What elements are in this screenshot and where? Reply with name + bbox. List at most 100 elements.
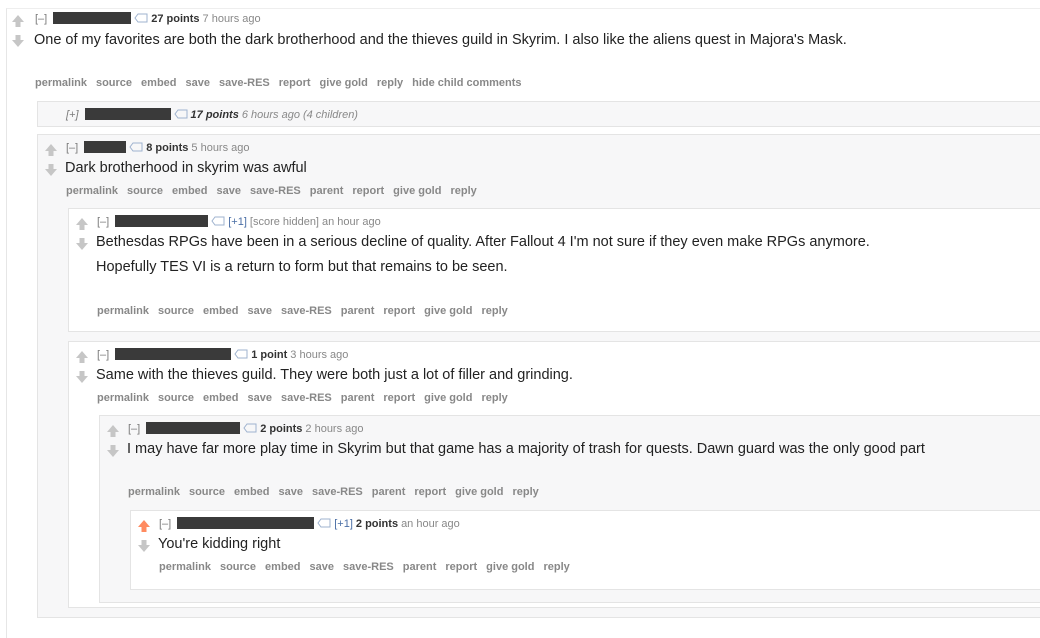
comment-actions: permalink source embed save save-RES parent re… [66, 185, 486, 197]
source-link[interactable]: source [189, 486, 225, 498]
save-link[interactable]: save [248, 305, 272, 317]
score: 2 points [355, 518, 399, 530]
down-arrow-icon[interactable] [137, 539, 151, 553]
source-link[interactable]: source [220, 561, 256, 573]
comment-paragraph: Same with the thieves guild. They were b… [96, 367, 573, 383]
source-link[interactable]: source [127, 185, 163, 197]
give-gold-link[interactable]: give gold [486, 561, 534, 573]
score: 1 point [251, 349, 288, 361]
down-arrow-icon[interactable] [75, 237, 89, 251]
comment-tagline: [–] 1 point 3 hours ago [97, 348, 348, 362]
parent-link[interactable]: parent [341, 305, 375, 317]
permalink-link[interactable]: permalink [66, 185, 118, 197]
collapse-toggle[interactable]: [–] [97, 216, 109, 228]
parent-link[interactable]: parent [372, 486, 406, 498]
save-link[interactable]: save [186, 77, 210, 89]
embed-link[interactable]: embed [203, 305, 238, 317]
embed-link[interactable]: embed [172, 185, 207, 197]
collapse-toggle[interactable]: [–] [66, 142, 78, 154]
user-tag-icon[interactable] [211, 216, 225, 226]
parent-link[interactable]: parent [310, 185, 344, 197]
comment-body: You're kidding right [158, 534, 858, 559]
comment-tagline: [–] 27 points 7 hours ago [35, 12, 261, 26]
reply-link[interactable]: reply [543, 561, 569, 573]
user-tag-icon[interactable] [134, 13, 148, 23]
timestamp: 3 hours ago [290, 349, 349, 361]
permalink-link[interactable]: permalink [97, 305, 149, 317]
embed-link[interactable]: embed [203, 392, 238, 404]
give-gold-link[interactable]: give gold [424, 305, 472, 317]
reply-link[interactable]: reply [481, 305, 507, 317]
score: 27 points [151, 13, 200, 25]
embed-link[interactable]: embed [265, 561, 300, 573]
save-res-link[interactable]: save-RES [281, 305, 332, 317]
permalink-link[interactable]: permalink [97, 392, 149, 404]
permalink-link[interactable]: permalink [35, 77, 87, 89]
comment: [–] [+1] 2 points an hour ago You're kiddin… [130, 510, 1040, 590]
report-link[interactable]: report [414, 486, 446, 498]
vote-indicator: [+1] [334, 518, 353, 530]
user-tag-icon[interactable] [129, 142, 143, 152]
source-link[interactable]: source [158, 392, 194, 404]
embed-link[interactable]: embed [141, 77, 176, 89]
collapse-toggle[interactable]: [–] [35, 13, 47, 25]
parent-link[interactable]: parent [403, 561, 437, 573]
give-gold-link[interactable]: give gold [393, 185, 441, 197]
give-gold-link[interactable]: give gold [424, 392, 472, 404]
down-arrow-icon[interactable] [106, 444, 120, 458]
embed-link[interactable]: embed [234, 486, 269, 498]
vote-arrows [106, 424, 120, 458]
user-tag-icon[interactable] [243, 423, 257, 433]
report-link[interactable]: report [445, 561, 477, 573]
up-arrow-icon[interactable] [11, 14, 25, 28]
down-arrow-icon[interactable] [11, 34, 25, 48]
hide-child-comments-link[interactable]: hide child comments [412, 77, 521, 89]
comment-actions: permalink source embed save save-RES parent re… [128, 486, 548, 498]
comment-paragraph: I may have far more play time in Skyrim … [127, 441, 925, 457]
save-res-link[interactable]: save-RES [219, 77, 270, 89]
report-link[interactable]: report [383, 305, 415, 317]
collapse-toggle[interactable]: [–] [128, 423, 140, 435]
give-gold-link[interactable]: give gold [320, 77, 368, 89]
redacted-username [177, 517, 315, 529]
up-arrow-orange-icon[interactable] [137, 519, 151, 533]
up-arrow-icon[interactable] [75, 350, 89, 364]
give-gold-link[interactable]: give gold [455, 486, 503, 498]
comment-actions: permalink source embed save save-RES parent re… [97, 392, 517, 404]
save-res-link[interactable]: save-RES [312, 486, 363, 498]
up-arrow-icon[interactable] [106, 424, 120, 438]
up-arrow-icon[interactable] [75, 217, 89, 231]
save-link[interactable]: save [248, 392, 272, 404]
reply-link[interactable]: reply [450, 185, 476, 197]
down-arrow-icon[interactable] [75, 370, 89, 384]
user-tag-icon[interactable] [234, 349, 248, 359]
vote-arrows [75, 350, 89, 384]
save-link[interactable]: save [279, 486, 303, 498]
expand-toggle[interactable]: [+] [66, 109, 79, 121]
source-link[interactable]: source [158, 305, 194, 317]
parent-link[interactable]: parent [341, 392, 375, 404]
permalink-link[interactable]: permalink [128, 486, 180, 498]
save-link[interactable]: save [217, 185, 241, 197]
comment-body: I may have far more play time in Skyrim … [127, 439, 967, 464]
redacted-username [84, 141, 127, 153]
report-link[interactable]: report [383, 392, 415, 404]
reply-link[interactable]: reply [512, 486, 538, 498]
report-link[interactable]: report [352, 185, 384, 197]
up-arrow-icon[interactable] [44, 143, 58, 157]
save-link[interactable]: save [310, 561, 334, 573]
source-link[interactable]: source [96, 77, 132, 89]
save-res-link[interactable]: save-RES [343, 561, 394, 573]
report-link[interactable]: report [279, 77, 311, 89]
reply-link[interactable]: reply [377, 77, 403, 89]
collapse-toggle[interactable]: [–] [97, 349, 109, 361]
collapse-toggle[interactable]: [–] [159, 518, 171, 530]
permalink-link[interactable]: permalink [159, 561, 211, 573]
user-tag-icon[interactable] [173, 109, 188, 119]
user-tag-icon[interactable] [317, 518, 331, 528]
comment-paragraph: Bethesdas RPGs have been in a serious de… [96, 234, 870, 250]
save-res-link[interactable]: save-RES [250, 185, 301, 197]
save-res-link[interactable]: save-RES [281, 392, 332, 404]
down-arrow-icon[interactable] [44, 163, 58, 177]
reply-link[interactable]: reply [481, 392, 507, 404]
